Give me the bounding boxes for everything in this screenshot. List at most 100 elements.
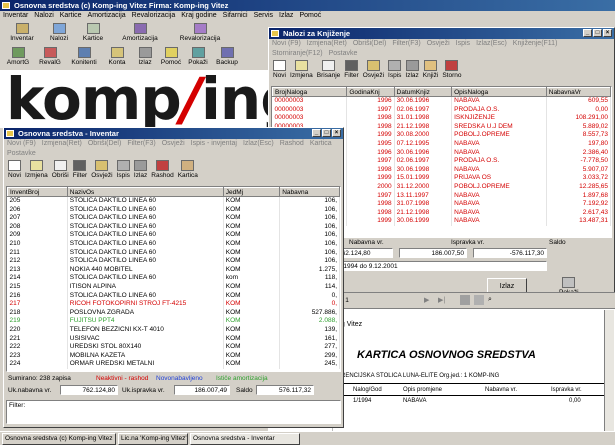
- table-row[interactable]: 217 RICOH FOTOKOPIRNI STROJ FT-4215 KOM 0,: [7, 300, 340, 309]
- table-row[interactable]: 219 FUJITSU PPT4 KOM 2.088,: [7, 317, 340, 326]
- maximize-icon[interactable]: □: [593, 29, 602, 37]
- col-invent-broj[interactable]: InventBroj: [7, 187, 68, 197]
- konta-button[interactable]: Konta: [102, 46, 132, 67]
- col-datum-knjiz[interactable]: DatumKnjiz: [393, 87, 453, 97]
- revalorizacija-button[interactable]: Revalorizacija: [170, 22, 230, 43]
- report-vscroll[interactable]: [604, 310, 614, 433]
- table-row[interactable]: 00000003 1998 31.01.1998 ISKNJIŽENJE 108.291…: [272, 114, 611, 123]
- pomoc-button[interactable]: Pomoć: [158, 46, 184, 67]
- inv-rashod-button[interactable]: Rashod: [149, 159, 175, 180]
- nalozi-storno-button[interactable]: Storno: [440, 59, 463, 80]
- inv-ispis-button[interactable]: Ispis: [115, 159, 132, 180]
- inventar-button[interactable]: Inventar: [2, 22, 42, 43]
- table-row[interactable]: 214 STOLICA DAKTILO LINEA 60 kom 118,: [7, 274, 340, 283]
- kartice-button[interactable]: Kartice: [76, 22, 110, 43]
- taskbar-item-licence[interactable]: Lic.na 'Komp-ing Vitez': [118, 433, 188, 445]
- konitenti-button[interactable]: Konitenti: [66, 46, 102, 67]
- minimize-icon[interactable]: _: [312, 129, 321, 137]
- nalozi-novi-button[interactable]: Novi: [271, 59, 288, 80]
- nalozi-menu-ispis[interactable]: Ispis: [453, 40, 473, 47]
- col-broj-naloga[interactable]: BrojNaloga: [272, 87, 348, 97]
- close-icon[interactable]: ×: [603, 29, 612, 37]
- inv-izmjena-button[interactable]: Izmjena: [23, 159, 50, 180]
- nalozi-menu-knjizenje[interactable]: Knjiženje(F11): [510, 40, 561, 47]
- inv-menu-rashod[interactable]: Rashod: [277, 140, 307, 147]
- nalozi-izlaz-button[interactable]: Izlaz: [403, 59, 420, 80]
- table-row[interactable]: 210 STOLICA DAKTILO LINEA 60 KOM 106,: [7, 239, 340, 249]
- print-icon[interactable]: [460, 295, 470, 305]
- nalozi-menu-osvjezi[interactable]: Osvježi: [424, 40, 453, 47]
- table-row[interactable]: 220 TELEFON BEZŽIČNI KX-T 4010 KOM 139,: [7, 325, 340, 335]
- nalozi-brisanje-button[interactable]: Brisanje: [315, 59, 342, 80]
- maximize-icon[interactable]: □: [322, 129, 331, 137]
- nalozi-menu-filter[interactable]: Filter(F3): [389, 40, 423, 47]
- menu-amortizacija[interactable]: Amortizacija: [85, 12, 129, 19]
- col-naziv-os[interactable]: NazivOs: [66, 187, 224, 197]
- inv-menu-novi[interactable]: Novi (F9): [4, 140, 39, 147]
- inv-osvjezi-button[interactable]: Osvježi: [89, 159, 114, 180]
- pokazi-button[interactable]: Pokaži: [184, 46, 212, 67]
- amortizacija-button[interactable]: Amortizacija: [110, 22, 170, 43]
- menu-nalozi[interactable]: Nalozi: [31, 12, 56, 19]
- table-row[interactable]: 223 MOBILNA KAZETA KOM 299,: [7, 351, 340, 361]
- inv-obrisi-button[interactable]: Obriši: [50, 159, 71, 180]
- nalozi-filter-button[interactable]: Filter: [342, 59, 360, 80]
- inv-menu-filter[interactable]: Filter(F3): [124, 140, 158, 147]
- export-icon[interactable]: [474, 295, 484, 305]
- menu-kartice[interactable]: Kartice: [57, 12, 85, 19]
- inv-kartica-button[interactable]: Kartica: [176, 159, 200, 180]
- nalozi-knjizi-button[interactable]: Knjiži: [421, 59, 441, 80]
- inv-menu-ispis[interactable]: Ispis - invjentaj: [188, 140, 240, 147]
- nalozi-izmjena-button[interactable]: Izmjena: [288, 59, 315, 80]
- last-page-icon[interactable]: ▶|: [438, 296, 445, 304]
- nalozi-menu-storniranje[interactable]: Storniranje(F12): [269, 50, 326, 57]
- close-icon[interactable]: ×: [332, 129, 341, 137]
- nalozi-menu-izmjena[interactable]: Izmjena(Ret): [304, 40, 350, 47]
- next-page-icon[interactable]: ▶: [424, 296, 429, 304]
- nalozi-osvjezi-button[interactable]: Osvježi: [361, 59, 386, 80]
- nalozi-button[interactable]: Nalozi: [42, 22, 76, 43]
- table-row[interactable]: 205 STOLICA DAKTILO LINEA 60 KOM 106,: [7, 196, 340, 206]
- inv-izlaz-button[interactable]: Izlaz: [132, 159, 149, 180]
- col-nabavna-vr[interactable]: NabavnaVr: [545, 87, 611, 97]
- table-row[interactable]: 208 STOLICA DAKTILO LINEA 60 KOM 106,: [7, 222, 340, 232]
- table-row[interactable]: 215 ITISON ALPINA KOM 114,: [7, 282, 340, 292]
- col-jed-mj[interactable]: JedMj: [222, 187, 281, 197]
- inv-menu-izlaz[interactable]: Izlaz(Esc): [240, 140, 277, 147]
- table-row[interactable]: 209 STOLICA DAKTILO LINEA 60 KOM 106,: [7, 231, 340, 240]
- nalozi-menu-obrisi[interactable]: Obriši(Del): [350, 40, 389, 47]
- nalozi-menu-novi[interactable]: Novi (F9): [269, 40, 304, 47]
- menu-kraj-godine[interactable]: Kraj godine: [178, 12, 219, 19]
- col-godina-knj[interactable]: GodinaKnj: [346, 87, 395, 97]
- table-row[interactable]: 224 ORMAR UREDSKI METALNI KOM 245,: [7, 360, 340, 369]
- table-row[interactable]: 221 USISIVAČ KOM 161,: [7, 334, 340, 344]
- menu-sifarnici[interactable]: Šifarnici: [220, 12, 251, 19]
- col-opis-naloga[interactable]: OpisNaloga: [451, 87, 547, 97]
- table-row[interactable]: 222 UREDSKI STOL 80X140 KOM 277,: [7, 343, 340, 352]
- table-row[interactable]: 00000003 1996 30.06.1996 NABAVA 609,55: [272, 96, 611, 106]
- table-row[interactable]: 218 POSLOVNA ZGRADA KOM 527.886,: [7, 308, 340, 318]
- table-row[interactable]: 211 STOLICA DAKTILO LINEA 60 KOM 106,: [7, 248, 340, 258]
- table-row[interactable]: 213 NOKIA 440 MOBITEL KOM 1.275,: [7, 265, 340, 275]
- table-row[interactable]: 212 STOLICA DAKTILO LINEA 60 KOM 106,: [7, 257, 340, 266]
- revalg-button[interactable]: RevalG: [34, 46, 66, 67]
- minimize-icon[interactable]: _: [583, 29, 592, 37]
- taskbar-item-main[interactable]: Osnovna sredstva (c) Komp-ing Vitez: [2, 433, 116, 445]
- nalozi-menu-postavke[interactable]: Postavke: [326, 50, 361, 57]
- table-row[interactable]: 216 STOLICA DAKTILO LINEA 60 KOM 0,: [7, 291, 340, 301]
- nalozi-ispis-button[interactable]: Ispis: [386, 59, 403, 80]
- taskbar-item-inventar[interactable]: Osnovna sredstva - Inventar: [190, 433, 300, 445]
- inv-menu-izmjena[interactable]: Izmjena(Ret): [39, 140, 85, 147]
- col-nabavna[interactable]: Nabavna: [279, 187, 340, 197]
- backup-button[interactable]: Backup: [212, 46, 242, 67]
- izlaz-button[interactable]: Izlaz: [132, 46, 158, 67]
- nalozi-menu-izlaz[interactable]: Izlaz(Esc): [473, 40, 510, 47]
- zoom-icon[interactable]: ⌕: [488, 296, 492, 304]
- menu-revalorizacija[interactable]: Revalorizacija: [129, 12, 179, 19]
- inv-filter-button[interactable]: Filter: [71, 159, 89, 180]
- inv-menu-osvjezi[interactable]: Osvježi: [159, 140, 188, 147]
- table-row[interactable]: 207 STOLICA DAKTILO LINEA 60 KOM 106,: [7, 214, 340, 223]
- inv-menu-postavke[interactable]: Postavke: [4, 150, 39, 157]
- inv-menu-kartica[interactable]: Kartica: [307, 140, 335, 147]
- filter-field[interactable]: Filter:: [6, 400, 341, 424]
